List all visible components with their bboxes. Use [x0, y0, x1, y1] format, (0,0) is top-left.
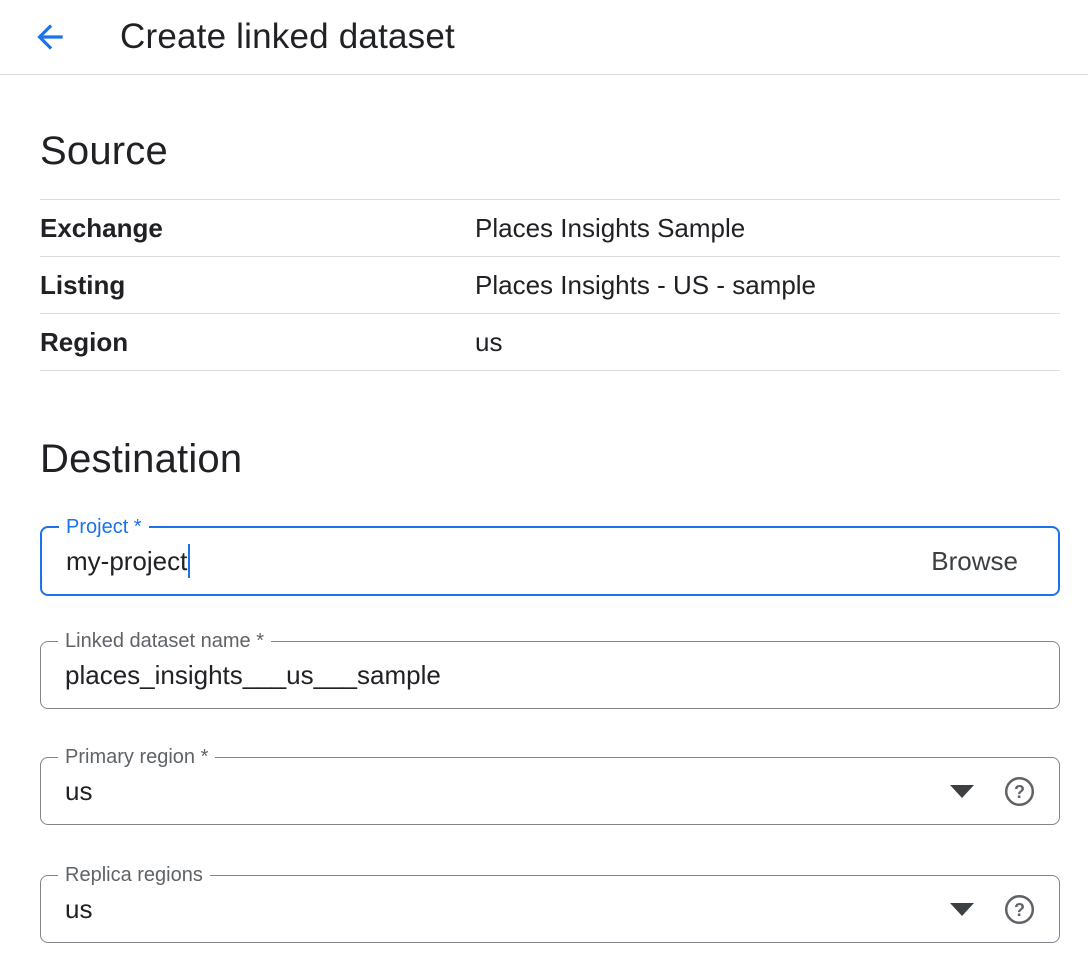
table-row: Region us	[40, 314, 1060, 371]
svg-text:?: ?	[1014, 782, 1025, 802]
replica-regions-dropdown[interactable]: Replica regions us ?	[40, 875, 1060, 943]
primary-region-value: us	[65, 776, 92, 807]
header-bar: Create linked dataset	[0, 0, 1088, 75]
linked-dataset-name-input[interactable]: places_insights___us___sample	[65, 660, 441, 691]
svg-text:?: ?	[1014, 900, 1025, 920]
listing-value: Places Insights - US - sample	[475, 270, 816, 301]
text-cursor	[188, 544, 190, 578]
help-circle-icon: ?	[1004, 894, 1035, 925]
destination-section-heading: Destination	[40, 437, 1060, 482]
page-title: Create linked dataset	[120, 17, 455, 57]
replica-regions-help-button[interactable]: ?	[1004, 894, 1035, 925]
linked-dataset-name-label: Linked dataset name *	[58, 631, 271, 651]
region-value: us	[475, 327, 502, 358]
replica-regions-value: us	[65, 894, 92, 925]
region-label: Region	[40, 327, 475, 358]
source-section-heading: Source	[40, 129, 1060, 174]
primary-region-help-button[interactable]: ?	[1004, 776, 1035, 807]
primary-region-dropdown[interactable]: Primary region * us ?	[40, 757, 1060, 825]
project-input[interactable]: my-project	[66, 546, 187, 577]
main-content: Source Exchange Places Insights Sample L…	[0, 129, 1088, 943]
replica-regions-label: Replica regions	[58, 865, 210, 885]
listing-label: Listing	[40, 270, 475, 301]
project-field[interactable]: Project * my-project Browse	[40, 526, 1060, 596]
primary-region-label: Primary region *	[58, 747, 215, 767]
project-field-label: Project *	[59, 517, 149, 537]
exchange-label: Exchange	[40, 213, 475, 244]
source-properties-table: Exchange Places Insights Sample Listing …	[40, 199, 1060, 371]
caret-down-icon	[950, 903, 974, 916]
linked-dataset-name-field[interactable]: Linked dataset name * places_insights___…	[40, 641, 1060, 709]
table-row: Exchange Places Insights Sample	[40, 200, 1060, 257]
exchange-value: Places Insights Sample	[475, 213, 745, 244]
browse-button[interactable]: Browse	[931, 546, 1018, 577]
caret-down-icon	[950, 785, 974, 798]
help-circle-icon: ?	[1004, 776, 1035, 807]
arrow-back-icon	[31, 18, 69, 56]
table-row: Listing Places Insights - US - sample	[40, 257, 1060, 314]
back-button[interactable]	[30, 17, 70, 57]
